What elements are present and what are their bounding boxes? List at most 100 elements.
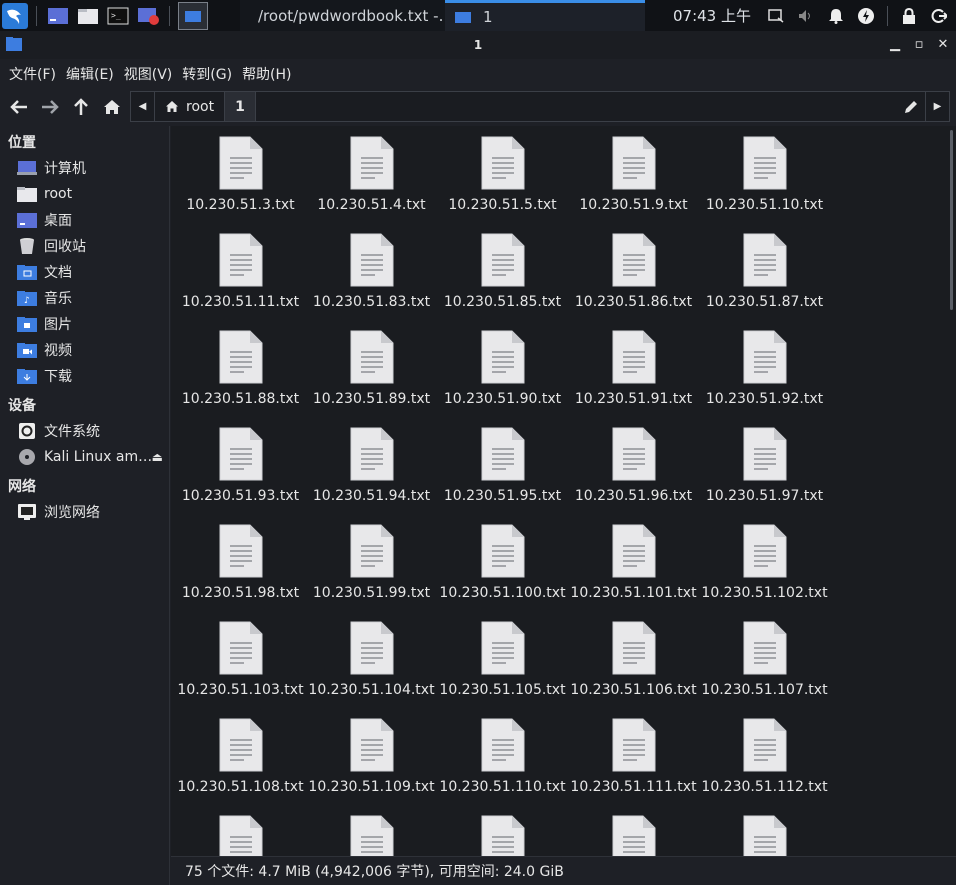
vertical-scrollbar[interactable] (947, 126, 956, 856)
path-segment-current[interactable]: 1 (225, 92, 256, 121)
show-desktop-icon[interactable] (45, 5, 71, 27)
task-text-editor[interactable]: /root/pwdwordbook.txt -… (240, 0, 454, 31)
file-name: 10.230.51.10.txt (705, 197, 824, 213)
file-manager-launcher-icon[interactable] (75, 5, 101, 27)
file-name: 10.230.51.112.txt (701, 779, 828, 795)
menu-help[interactable]: 帮助(H) (237, 64, 296, 84)
file-item[interactable]: 10.230.51.110.txt (437, 718, 568, 815)
sidebar-item-pictures[interactable]: 图片 (0, 311, 169, 337)
file-item[interactable]: 10.230.51.102.txt (699, 524, 830, 621)
sidebar-item-filesystem[interactable]: 文件系统 (0, 418, 169, 444)
file-item[interactable] (699, 815, 830, 856)
file-item[interactable]: 10.230.51.88.txt (175, 330, 306, 427)
file-item[interactable] (175, 815, 306, 856)
file-item[interactable]: 10.230.51.104.txt (306, 621, 437, 718)
scrollbar-thumb[interactable] (950, 130, 953, 310)
home-button[interactable] (99, 94, 125, 120)
path-scroll-right-button[interactable]: ▶ (925, 92, 949, 121)
text-file-icon (743, 136, 787, 190)
file-name: 10.230.51.109.txt (308, 779, 435, 795)
file-item[interactable] (437, 815, 568, 856)
file-item[interactable]: 10.230.51.95.txt (437, 427, 568, 524)
file-item[interactable]: 10.230.51.108.txt (175, 718, 306, 815)
notifications-icon[interactable] (825, 5, 847, 27)
file-item[interactable]: 10.230.51.89.txt (306, 330, 437, 427)
file-item[interactable]: 10.230.51.10.txt (699, 136, 830, 233)
file-item[interactable]: 10.230.51.107.txt (699, 621, 830, 718)
sidebar-item-desktop[interactable]: 桌面 (0, 207, 169, 233)
sidebar-item-label: 回收站 (44, 239, 86, 255)
menu-edit[interactable]: 编辑(E) (61, 64, 119, 84)
sidebar-item-label: 视频 (44, 343, 72, 359)
file-item[interactable]: 10.230.51.101.txt (568, 524, 699, 621)
file-item[interactable]: 10.230.51.94.txt (306, 427, 437, 524)
volume-icon[interactable] (795, 5, 817, 27)
kali-menu-icon[interactable] (0, 0, 30, 31)
sidebar-item-root[interactable]: root (0, 181, 169, 207)
file-item[interactable]: 10.230.51.90.txt (437, 330, 568, 427)
menu-view[interactable]: 视图(V) (119, 64, 178, 84)
file-item[interactable]: 10.230.51.87.txt (699, 233, 830, 330)
minimize-button[interactable]: ▁ (888, 35, 902, 53)
arrow-up-icon (74, 98, 88, 115)
maximize-button[interactable]: ▫ (912, 35, 926, 53)
file-item[interactable]: 10.230.51.3.txt (175, 136, 306, 233)
screen-recorder-launcher-icon[interactable] (135, 5, 161, 27)
sidebar-item-browse-network[interactable]: 浏览网络 (0, 499, 169, 525)
file-item[interactable]: 10.230.51.112.txt (699, 718, 830, 815)
workspace-1-button[interactable] (178, 1, 208, 30)
file-item[interactable]: 10.230.51.99.txt (306, 524, 437, 621)
terminal-launcher-icon[interactable]: >_ (105, 5, 131, 27)
status-text: 75 个文件: 4.7 MiB (4,942,006 字节), 可用空间: 24… (185, 864, 564, 880)
file-item[interactable] (568, 815, 699, 856)
file-item[interactable]: 10.230.51.93.txt (175, 427, 306, 524)
sidebar-item-videos[interactable]: 视频 (0, 337, 169, 363)
power-manager-icon[interactable] (855, 5, 877, 27)
sidebar-item-documents[interactable]: 文档 (0, 259, 169, 285)
lock-icon[interactable] (898, 5, 920, 27)
logout-icon[interactable] (928, 5, 950, 27)
file-item[interactable]: 10.230.51.86.txt (568, 233, 699, 330)
file-item[interactable]: 10.230.51.106.txt (568, 621, 699, 718)
back-button[interactable] (6, 94, 32, 120)
up-button[interactable] (68, 94, 94, 120)
close-button[interactable]: ✕ (936, 35, 950, 53)
file-item[interactable]: 10.230.51.11.txt (175, 233, 306, 330)
sidebar-item-trash[interactable]: 回收站 (0, 233, 169, 259)
file-item[interactable]: 10.230.51.96.txt (568, 427, 699, 524)
eject-icon[interactable]: ⏏ (152, 450, 163, 464)
file-item[interactable]: 10.230.51.91.txt (568, 330, 699, 427)
window-title-bar[interactable]: 1 ▁ ▫ ✕ (0, 31, 956, 59)
file-item[interactable]: 10.230.51.9.txt (568, 136, 699, 233)
file-view[interactable]: 10.230.51.3.txt 10.230.51.4.txt 10.230.51.… (171, 126, 947, 856)
file-item[interactable]: 10.230.51.85.txt (437, 233, 568, 330)
edit-location-button[interactable] (899, 92, 923, 121)
sidebar-item-label: 图片 (44, 317, 72, 333)
file-item[interactable]: 10.230.51.105.txt (437, 621, 568, 718)
menu-go[interactable]: 转到(G) (177, 64, 237, 84)
task-file-manager[interactable]: 1 (445, 0, 645, 31)
sidebar-item-downloads[interactable]: 下载 (0, 363, 169, 389)
file-item[interactable] (306, 815, 437, 856)
file-item[interactable]: 10.230.51.5.txt (437, 136, 568, 233)
file-item[interactable]: 10.230.51.4.txt (306, 136, 437, 233)
path-scroll-left-button[interactable]: ◀ (131, 92, 155, 121)
sidebar-item-computer[interactable]: 计算机 (0, 155, 169, 181)
file-item[interactable]: 10.230.51.109.txt (306, 718, 437, 815)
menu-file[interactable]: 文件(F) (4, 64, 61, 84)
file-item[interactable]: 10.230.51.98.txt (175, 524, 306, 621)
file-item[interactable]: 10.230.51.103.txt (175, 621, 306, 718)
sidebar-item-music[interactable]: ♪ 音乐 (0, 285, 169, 311)
forward-button[interactable] (37, 94, 63, 120)
clock[interactable]: 07:43 上午 (673, 5, 751, 26)
file-item[interactable]: 10.230.51.97.txt (699, 427, 830, 524)
text-file-icon (612, 330, 656, 384)
file-item[interactable]: 10.230.51.92.txt (699, 330, 830, 427)
screen-icon[interactable] (765, 5, 787, 27)
path-segment-root[interactable]: root (155, 92, 226, 121)
file-item[interactable]: 10.230.51.111.txt (568, 718, 699, 815)
file-item[interactable]: 10.230.51.100.txt (437, 524, 568, 621)
text-file-icon (219, 427, 263, 481)
sidebar-item-kali-disc[interactable]: Kali Linux am… ⏏ (0, 444, 169, 470)
file-item[interactable]: 10.230.51.83.txt (306, 233, 437, 330)
